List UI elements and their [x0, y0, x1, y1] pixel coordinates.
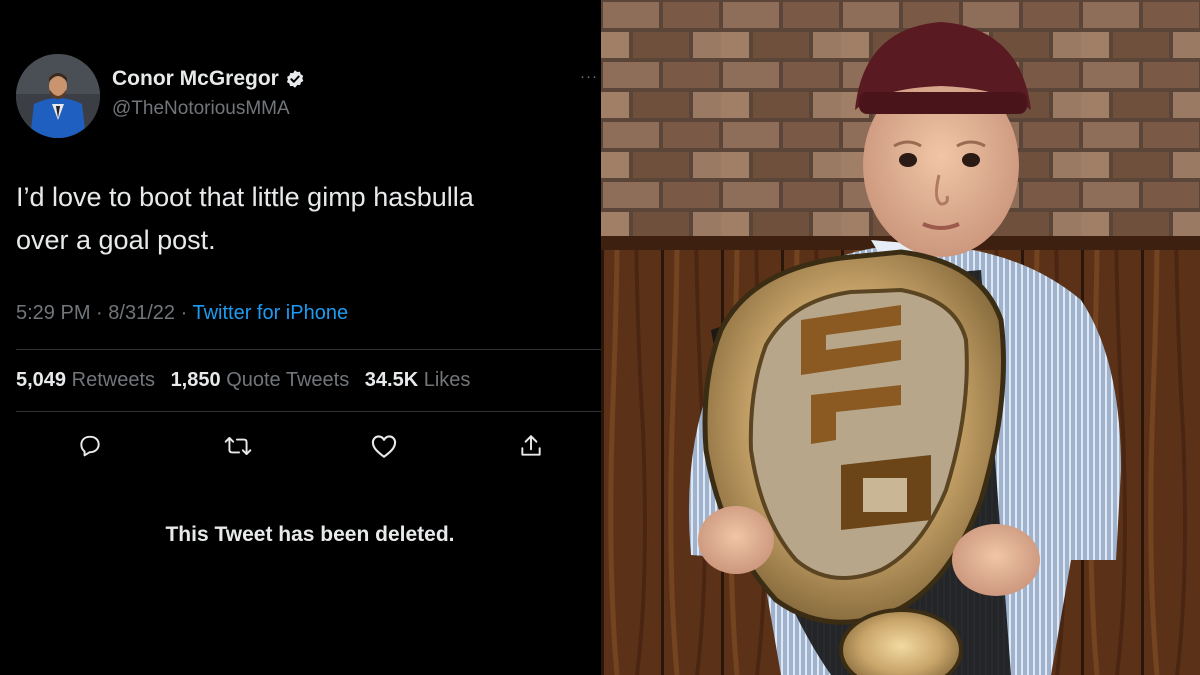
- more-options-icon[interactable]: ···: [580, 68, 598, 85]
- avatar[interactable]: [16, 54, 100, 138]
- share-button[interactable]: [515, 430, 547, 462]
- retweets-label: Retweets: [71, 369, 155, 391]
- meta-separator: ·: [180, 302, 188, 324]
- quote-tweets-label: Quote Tweets: [226, 369, 350, 391]
- deleted-notice: This Tweet has been deleted.: [165, 523, 455, 546]
- author-handle[interactable]: @TheNotoriousMMA: [112, 98, 290, 120]
- divider: [16, 349, 601, 350]
- avatar-icon: [16, 54, 100, 138]
- likes-count: 34.5K: [364, 369, 419, 391]
- divider: [16, 411, 601, 412]
- quote-tweets-count: 1,850: [170, 369, 221, 391]
- verified-badge-icon: [286, 70, 304, 88]
- retweet-icon: [224, 437, 252, 456]
- tweet-time[interactable]: 5:29 PM: [16, 302, 90, 324]
- quote-tweets-stat[interactable]: 1,850 Quote Tweets: [171, 369, 350, 391]
- author-name[interactable]: Conor McGregor: [112, 67, 279, 91]
- tweet-metadata: 5:29 PM · 8/31/22 · Twitter for iPhone: [16, 302, 348, 325]
- photo-illustration: [601, 0, 1200, 675]
- retweets-count: 5,049: [16, 369, 67, 391]
- tweet-source-link[interactable]: Twitter for iPhone: [192, 302, 348, 324]
- like-button[interactable]: [368, 430, 400, 462]
- share-icon: [521, 435, 541, 456]
- retweet-button[interactable]: [222, 430, 254, 462]
- likes-stat[interactable]: 34.5K Likes: [365, 369, 471, 391]
- like-icon: [371, 435, 397, 458]
- reply-icon: [80, 435, 100, 457]
- tweet-card: Conor McGregor @TheNotoriousMMA ··· I’d …: [0, 0, 601, 675]
- tweet-text-line-1: I’d love to boot that little gimp hasbul…: [16, 182, 474, 212]
- meta-separator: ·: [96, 302, 103, 324]
- tweet-date[interactable]: 8/31/22: [108, 302, 175, 324]
- meme-composite: Conor McGregor @TheNotoriousMMA ··· I’d …: [0, 0, 1200, 675]
- tweet-text-line-2: over a goal post.: [16, 225, 216, 255]
- retweets-stat[interactable]: 5,049 Retweets: [16, 369, 155, 391]
- likes-label: Likes: [423, 369, 471, 391]
- photo: [601, 0, 1200, 675]
- tweet-text: I’d love to boot that little gimp hasbul…: [16, 176, 596, 262]
- author-name-row[interactable]: Conor McGregor: [112, 67, 305, 91]
- tweet-stats: 5,049 Retweets 1,850 Quote Tweets 34.5K …: [16, 369, 470, 392]
- reply-button[interactable]: [74, 430, 106, 462]
